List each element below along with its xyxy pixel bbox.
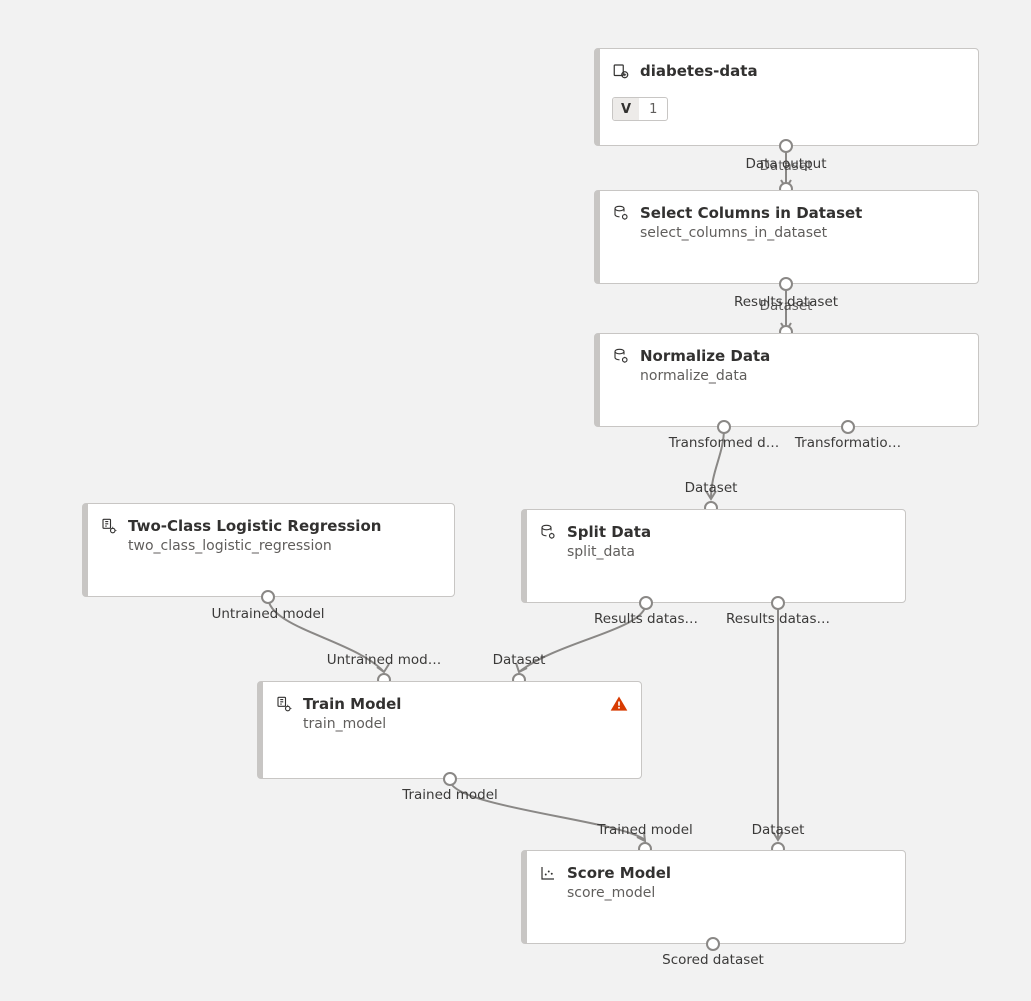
node-subtitle: score_model bbox=[567, 885, 891, 901]
version-chip: V 1 bbox=[612, 97, 668, 121]
node-title: diabetes-data bbox=[640, 61, 758, 81]
port-normalize-out2[interactable] bbox=[841, 420, 855, 434]
scatter-plot-icon bbox=[539, 864, 557, 882]
node-score-model[interactable]: Score Model score_model bbox=[521, 850, 906, 944]
port-label: Results datas… bbox=[594, 611, 698, 627]
node-title: Train Model bbox=[303, 694, 401, 714]
port-label: Dataset bbox=[760, 298, 813, 314]
port-label: Results datas… bbox=[726, 611, 830, 627]
port-label: Transformed d… bbox=[669, 435, 779, 451]
port-score-out[interactable] bbox=[706, 937, 720, 951]
db-gear-icon bbox=[612, 347, 630, 365]
node-title: Score Model bbox=[567, 863, 671, 883]
port-label: Transformatio… bbox=[795, 435, 901, 451]
port-diabetes-out[interactable] bbox=[779, 139, 793, 153]
port-label: Dataset bbox=[752, 822, 805, 838]
node-title: Normalize Data bbox=[640, 346, 770, 366]
port-selectcols-out[interactable] bbox=[779, 277, 793, 291]
pipeline-canvas[interactable]: diabetes-data V 1 Data output Dataset Se… bbox=[0, 0, 1031, 1001]
port-split-out1[interactable] bbox=[639, 596, 653, 610]
node-split-data[interactable]: Split Data split_data bbox=[521, 509, 906, 603]
node-title: Two-Class Logistic Regression bbox=[128, 516, 381, 536]
node-subtitle: split_data bbox=[567, 544, 891, 560]
node-select-columns[interactable]: Select Columns in Dataset select_columns… bbox=[594, 190, 979, 284]
port-logreg-out[interactable] bbox=[261, 590, 275, 604]
port-label: Scored dataset bbox=[662, 952, 764, 968]
port-split-out2[interactable] bbox=[771, 596, 785, 610]
node-title: Select Columns in Dataset bbox=[640, 203, 862, 223]
ml-model-icon bbox=[275, 695, 293, 713]
node-train-model[interactable]: Train Model train_model bbox=[257, 681, 642, 779]
port-label: Dataset bbox=[493, 652, 546, 668]
port-normalize-out1[interactable] bbox=[717, 420, 731, 434]
port-label: Dataset bbox=[760, 158, 813, 174]
port-label: Trained model bbox=[402, 787, 498, 803]
port-label: Dataset bbox=[685, 480, 738, 496]
node-title: Split Data bbox=[567, 522, 651, 542]
node-diabetes-data[interactable]: diabetes-data V 1 bbox=[594, 48, 979, 146]
node-subtitle: two_class_logistic_regression bbox=[128, 538, 440, 554]
port-train-out[interactable] bbox=[443, 772, 457, 786]
warning-icon bbox=[609, 694, 629, 714]
node-subtitle: normalize_data bbox=[640, 368, 964, 384]
port-label: Untrained model bbox=[211, 606, 324, 622]
db-gear-icon bbox=[539, 523, 557, 541]
ml-model-icon bbox=[100, 517, 118, 535]
node-logistic-regression[interactable]: Two-Class Logistic Regression two_class_… bbox=[82, 503, 455, 597]
db-gear-icon bbox=[612, 204, 630, 222]
dataset-icon bbox=[612, 62, 630, 80]
node-subtitle: select_columns_in_dataset bbox=[640, 225, 964, 241]
node-normalize-data[interactable]: Normalize Data normalize_data bbox=[594, 333, 979, 427]
node-subtitle: train_model bbox=[303, 716, 627, 732]
port-label: Trained model bbox=[597, 822, 693, 838]
port-label: Untrained mod… bbox=[327, 652, 442, 668]
